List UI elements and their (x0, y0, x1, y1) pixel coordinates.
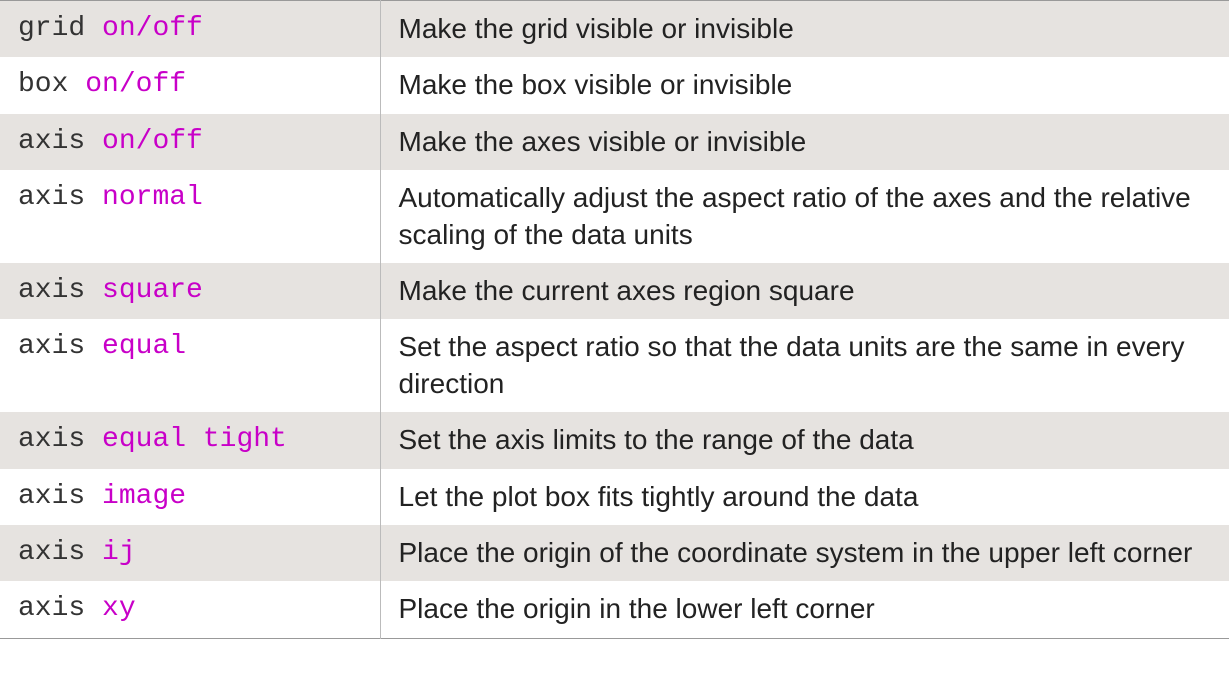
description-cell: Set the axis limits to the range of the … (380, 412, 1229, 468)
command-base: axis (18, 126, 85, 157)
command-arg: on/off (102, 13, 203, 44)
description-cell: Set the aspect ratio so that the data un… (380, 319, 1229, 412)
table-row: axis ijPlace the origin of the coordinat… (0, 525, 1229, 581)
command-base: axis (18, 537, 85, 568)
table-row: axis equal tightSet the axis limits to t… (0, 412, 1229, 468)
description-cell: Automatically adjust the aspect ratio of… (380, 170, 1229, 263)
command-base: axis (18, 424, 85, 455)
command-arg: equal tight (102, 424, 287, 455)
description-cell: Make the box visible or invisible (380, 57, 1229, 113)
table-row: grid on/offMake the grid visible or invi… (0, 1, 1229, 58)
command-cell: axis normal (0, 170, 380, 263)
description-cell: Place the origin of the coordinate syste… (380, 525, 1229, 581)
description-cell: Make the axes visible or invisible (380, 114, 1229, 170)
command-cell: grid on/off (0, 1, 380, 58)
command-base: axis (18, 275, 85, 306)
command-base: box (18, 69, 68, 100)
command-base: axis (18, 182, 85, 213)
commands-table-body: grid on/offMake the grid visible or invi… (0, 1, 1229, 639)
table-row: box on/offMake the box visible or invisi… (0, 57, 1229, 113)
table-row: axis squareMake the current axes region … (0, 263, 1229, 319)
description-cell: Let the plot box fits tightly around the… (380, 469, 1229, 525)
command-base: axis (18, 593, 85, 624)
command-cell: axis on/off (0, 114, 380, 170)
command-base: axis (18, 481, 85, 512)
table-row: axis xyPlace the origin in the lower lef… (0, 581, 1229, 638)
command-arg: xy (102, 593, 136, 624)
command-arg: square (102, 275, 203, 306)
command-cell: box on/off (0, 57, 380, 113)
command-cell: axis image (0, 469, 380, 525)
command-base: axis (18, 331, 85, 362)
command-arg: on/off (102, 126, 203, 157)
command-base: grid (18, 13, 85, 44)
table-row: axis equalSet the aspect ratio so that t… (0, 319, 1229, 412)
command-arg: on/off (85, 69, 186, 100)
command-arg: normal (102, 182, 203, 213)
table-row: axis imageLet the plot box fits tightly … (0, 469, 1229, 525)
command-arg: image (102, 481, 186, 512)
table-row: axis on/offMake the axes visible or invi… (0, 114, 1229, 170)
command-cell: axis equal tight (0, 412, 380, 468)
commands-table: grid on/offMake the grid visible or invi… (0, 0, 1229, 639)
command-cell: axis equal (0, 319, 380, 412)
description-cell: Make the grid visible or invisible (380, 1, 1229, 58)
command-cell: axis ij (0, 525, 380, 581)
command-arg: equal (102, 331, 186, 362)
command-cell: axis square (0, 263, 380, 319)
table-row: axis normalAutomatically adjust the aspe… (0, 170, 1229, 263)
command-cell: axis xy (0, 581, 380, 638)
description-cell: Make the current axes region square (380, 263, 1229, 319)
description-cell: Place the origin in the lower left corne… (380, 581, 1229, 638)
command-arg: ij (102, 537, 136, 568)
